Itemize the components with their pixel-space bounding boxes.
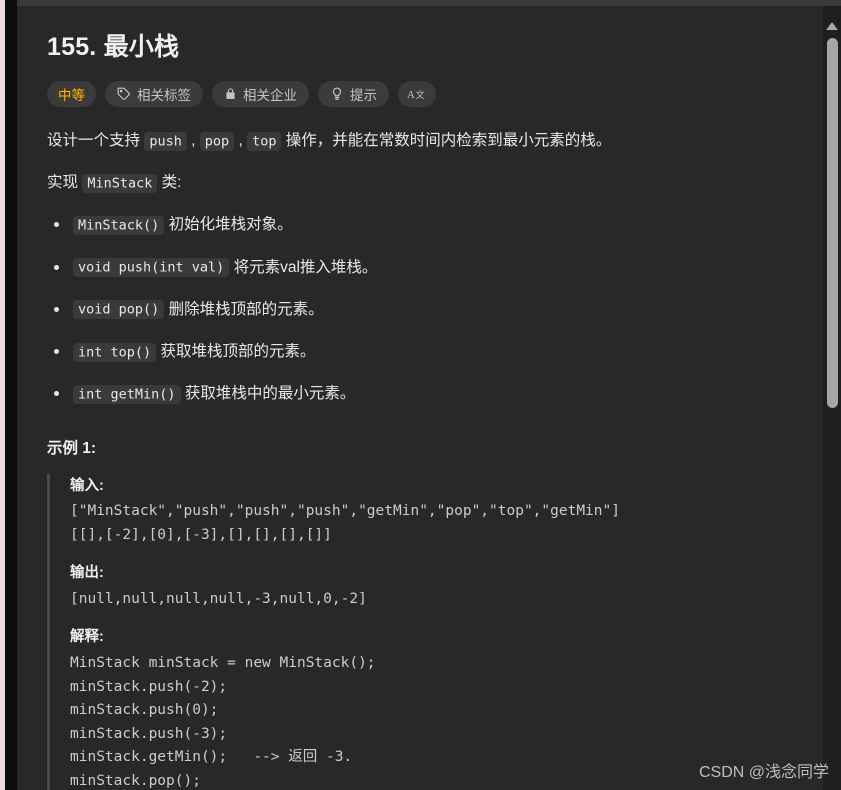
problem-statement-line-2: 实现 MinStack 类:	[47, 171, 793, 195]
inline-code-top: top	[247, 131, 282, 151]
inline-code-pop: pop	[199, 131, 235, 151]
list-item: int top() 获取堆栈顶部的元素。	[47, 340, 793, 363]
example-input-code: ["MinStack","push","push","push","getMin…	[70, 503, 620, 543]
badge-difficulty[interactable]: 中等	[47, 81, 96, 108]
vertical-scrollbar[interactable]	[823, 6, 841, 790]
badge-difficulty-label: 中等	[58, 88, 85, 104]
inline-code-method: void push(int val)	[73, 258, 230, 278]
inline-code-method: int top()	[73, 342, 157, 362]
problem-statement-line-1: 设计一个支持 push , pop , top 操作，并能在常数时间内检索到最小…	[47, 129, 793, 153]
badge-row: 中等 相关标签 相关企业 提示 A 文	[47, 81, 793, 108]
stmt-text-1: 设计一个支持	[47, 132, 145, 150]
page-title: 155. 最小栈	[47, 33, 180, 61]
badge-related-companies[interactable]: 相关企业	[212, 81, 309, 108]
badge-hint-label: 提示	[350, 88, 377, 104]
list-item: void push(int val) 将元素val推入堆栈。	[47, 256, 793, 279]
inline-code-minstack: MinStack	[82, 173, 158, 193]
inline-code-push: push	[144, 131, 187, 151]
inline-code-method: int getMin()	[73, 384, 181, 404]
window-left-gutter	[5, 0, 17, 790]
stmt-text-6: 类:	[157, 174, 182, 192]
example-heading: 示例 1:	[47, 439, 97, 457]
badge-related-tags-label: 相关标签	[137, 88, 191, 104]
stmt-text-2: ,	[186, 132, 200, 150]
stmt-text-4: 操作，并能在常数时间内检索到最小元素的栈。	[281, 132, 612, 150]
badge-translate[interactable]: A 文	[398, 81, 436, 108]
list-item: int getMin() 获取堆栈中的最小元素。	[47, 382, 793, 405]
triangle-up-icon	[826, 22, 838, 30]
badge-related-companies-label: 相关企业	[243, 88, 297, 104]
svg-text:文: 文	[415, 89, 424, 101]
example-spacer	[70, 547, 793, 563]
badge-hint[interactable]: 提示	[318, 81, 389, 108]
stmt-text-5: 实现	[47, 174, 83, 192]
example-input-label: 输入:	[70, 477, 104, 494]
application-window: 155. 最小栈 中等 相关标签 相关企业 提示 A 文 设计一个支持 push…	[0, 0, 841, 790]
example-explanation-code: MinStack minStack = new MinStack(); minS…	[70, 655, 376, 789]
list-item-text: 获取堆栈中的最小元素。	[180, 385, 356, 403]
scroll-up-arrow-icon[interactable]	[823, 18, 841, 34]
example-explanation-label: 解释:	[70, 629, 104, 646]
example-output-label: 输出:	[70, 565, 104, 582]
tag-icon	[117, 87, 131, 101]
scrollbar-thumb[interactable]	[827, 38, 838, 408]
translate-icon: A 文	[407, 86, 427, 102]
stmt-text-3: ,	[234, 132, 248, 150]
list-item: void pop() 删除堆栈顶部的元素。	[47, 298, 793, 321]
lock-icon	[224, 87, 237, 101]
example-spacer	[70, 611, 793, 627]
list-item-text: 获取堆栈顶部的元素。	[156, 343, 316, 361]
list-item-text: 删除堆栈顶部的元素。	[164, 300, 324, 318]
lightbulb-icon	[330, 87, 344, 101]
example-output-code: [null,null,null,null,-3,null,0,-2]	[70, 591, 367, 607]
inline-code-method: void pop()	[73, 300, 165, 320]
list-item-text: 将元素val推入堆栈。	[229, 258, 378, 276]
svg-text:A: A	[407, 89, 415, 101]
api-method-list: MinStack() 初始化堆栈对象。 void push(int val) 将…	[47, 213, 793, 405]
list-item-text: 初始化堆栈对象。	[164, 216, 293, 234]
example-block: 输入: ["MinStack","push","push","push","ge…	[47, 473, 793, 790]
list-item: MinStack() 初始化堆栈对象。	[47, 213, 793, 236]
problem-description-pane[interactable]: 155. 最小栈 中等 相关标签 相关企业 提示 A 文 设计一个支持 push…	[17, 6, 823, 790]
inline-code-method: MinStack()	[73, 215, 165, 235]
badge-related-tags[interactable]: 相关标签	[105, 81, 203, 108]
